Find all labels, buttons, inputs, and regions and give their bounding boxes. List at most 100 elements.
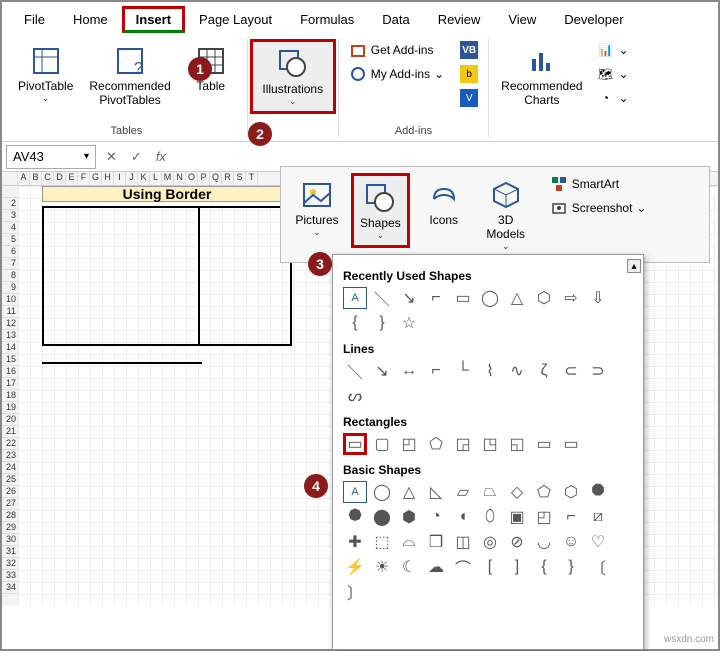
shape-textbox-2[interactable]: A — [343, 481, 367, 503]
tab-insert[interactable]: Insert — [122, 6, 185, 33]
shape-cube[interactable]: ❒ — [424, 531, 448, 553]
shape-line[interactable]: ＼ — [370, 287, 394, 309]
shape-dbrace[interactable]: 〕 — [343, 581, 367, 603]
pictures-button[interactable]: Pictures ⌄ — [289, 173, 345, 242]
shape-lshape[interactable]: ⌐ — [559, 506, 583, 528]
shape-line-3[interactable]: ↔ — [397, 360, 421, 382]
tab-file[interactable]: File — [10, 6, 59, 33]
shape-connector[interactable]: ⌐ — [424, 287, 448, 309]
shape-diamond[interactable]: ◇ — [505, 481, 529, 503]
screenshot-button[interactable]: Screenshot ⌄ — [546, 197, 651, 219]
shape-parallelogram[interactable]: ▱ — [451, 481, 475, 503]
shape-heptagon[interactable]: ⯃ — [586, 481, 610, 503]
tab-view[interactable]: View — [494, 6, 550, 33]
shape-lbrace[interactable]: { — [343, 312, 367, 334]
shape-plaque[interactable]: ⬚ — [370, 531, 394, 553]
chart-type-1[interactable]: 📊⌄ — [593, 39, 633, 61]
smartart-button[interactable]: SmartArt — [546, 173, 651, 195]
3d-models-button[interactable]: 3D Models ⌄ — [478, 173, 534, 256]
shape-can[interactable]: ⌓ — [397, 531, 421, 553]
shape-bevel[interactable]: ◫ — [451, 531, 475, 553]
shape-blockarc[interactable]: ◡ — [532, 531, 556, 553]
shape-bracket-r[interactable]: ] — [505, 556, 529, 578]
shape-teardrop[interactable]: ⬯ — [478, 506, 502, 528]
shape-line-11[interactable]: ᔕ — [343, 385, 367, 407]
shape-smiley[interactable]: ☺ — [559, 531, 583, 553]
icons-button[interactable]: Icons — [416, 173, 472, 231]
name-box[interactable]: AV43 ▾ — [6, 145, 96, 169]
shape-trapezoid[interactable]: ⏢ — [478, 481, 502, 503]
shape-round-1[interactable]: ◳ — [478, 433, 502, 455]
shape-dodecagon[interactable]: ⬢ — [397, 506, 421, 528]
shape-rect[interactable]: ▭ — [451, 287, 475, 309]
tab-home[interactable]: Home — [59, 6, 122, 33]
shape-line-arrow[interactable]: ↘ — [397, 287, 421, 309]
shape-hexagon[interactable]: ⬡ — [532, 287, 556, 309]
shape-sun[interactable]: ☀ — [370, 556, 394, 578]
shape-oval[interactable]: ◯ — [478, 287, 502, 309]
shape-triangle-2[interactable]: △ — [397, 481, 421, 503]
shape-rectangle[interactable]: ▭ — [343, 433, 367, 455]
shape-triangle[interactable]: △ — [505, 287, 529, 309]
scroll-up-button[interactable]: ▴ — [627, 259, 641, 273]
tab-review[interactable]: Review — [424, 6, 495, 33]
shape-donut[interactable]: ◎ — [478, 531, 502, 553]
shape-octagon[interactable]: ⯄ — [343, 506, 367, 528]
shape-star[interactable]: ☆ — [397, 312, 421, 334]
shape-rounded-rect[interactable]: ▢ — [370, 433, 394, 455]
recommended-pivot-button[interactable]: ? Recommended PivotTables — [83, 39, 176, 111]
shape-line-9[interactable]: ⊂ — [559, 360, 583, 382]
shape-cloud[interactable]: ☁ — [424, 556, 448, 578]
shape-brace-l[interactable]: { — [532, 556, 556, 578]
recommended-charts-button[interactable]: Recommended Charts — [495, 39, 588, 111]
shape-round-4[interactable]: ▭ — [559, 433, 583, 455]
shapes-button[interactable]: Shapes ⌄ — [351, 173, 410, 248]
shape-line-6[interactable]: ⌇ — [478, 360, 502, 382]
shape-rbrace[interactable]: } — [370, 312, 394, 334]
shape-heart[interactable]: ♡ — [586, 531, 610, 553]
shape-round-2[interactable]: ◱ — [505, 433, 529, 455]
bing-maps-button[interactable]: VB — [456, 39, 482, 61]
my-addins-button[interactable]: My Add-ins ⌄ — [345, 63, 448, 85]
shape-diag-stripe[interactable]: ⧄ — [586, 506, 610, 528]
illustrations-button[interactable]: Illustrations ⌄ — [250, 39, 336, 114]
tab-developer[interactable]: Developer — [550, 6, 637, 33]
shape-half-frame[interactable]: ◰ — [532, 506, 556, 528]
shape-cross[interactable]: ✚ — [343, 531, 367, 553]
shape-snip-1[interactable]: ◰ — [397, 433, 421, 455]
shape-line-10[interactable]: ⊃ — [586, 360, 610, 382]
shape-lightning[interactable]: ⚡ — [343, 556, 367, 578]
shape-line-2[interactable]: ↘ — [370, 360, 394, 382]
shape-line-5[interactable]: └ — [451, 360, 475, 382]
people-graph-button[interactable]: b — [456, 63, 482, 85]
tab-formulas[interactable]: Formulas — [286, 6, 368, 33]
shape-pentagon[interactable]: ⬠ — [532, 481, 556, 503]
shape-textbox[interactable]: A — [343, 287, 367, 309]
shape-decagon[interactable]: ⬤ — [370, 506, 394, 528]
shape-moon[interactable]: ☾ — [397, 556, 421, 578]
shape-line-8[interactable]: ζ — [532, 360, 556, 382]
shape-chord[interactable]: ◖ — [451, 506, 475, 528]
shape-brace-r[interactable]: } — [559, 556, 583, 578]
shape-round-3[interactable]: ▭ — [532, 433, 556, 455]
shape-noentry[interactable]: ⊘ — [505, 531, 529, 553]
get-addins-button[interactable]: Get Add-ins — [345, 39, 448, 61]
shape-arrow-down[interactable]: ⇩ — [586, 287, 610, 309]
tab-page-layout[interactable]: Page Layout — [185, 6, 286, 33]
chart-type-3[interactable]: ◔⌄ — [593, 87, 633, 109]
pivottable-button[interactable]: PivotTable ⌄ — [12, 39, 79, 108]
shape-bracket-l[interactable]: [ — [478, 556, 502, 578]
visio-button[interactable]: V — [456, 87, 482, 109]
fx-button[interactable]: fx — [152, 149, 170, 164]
shape-arrow-right[interactable]: ⇨ — [559, 287, 583, 309]
shape-pie[interactable]: ◔ — [424, 506, 448, 528]
shape-snip-3[interactable]: ◲ — [451, 433, 475, 455]
chart-type-2[interactable]: 🗺⌄ — [593, 63, 633, 85]
shape-line-7[interactable]: ∿ — [505, 360, 529, 382]
tab-data[interactable]: Data — [368, 6, 423, 33]
shape-snip-2[interactable]: ⬠ — [424, 433, 448, 455]
shape-dbracket[interactable]: 〔 — [586, 556, 610, 578]
shape-line-4[interactable]: ⌐ — [424, 360, 448, 382]
enter-icon[interactable]: ✓ — [127, 149, 146, 165]
shape-oval-2[interactable]: ◯ — [370, 481, 394, 503]
